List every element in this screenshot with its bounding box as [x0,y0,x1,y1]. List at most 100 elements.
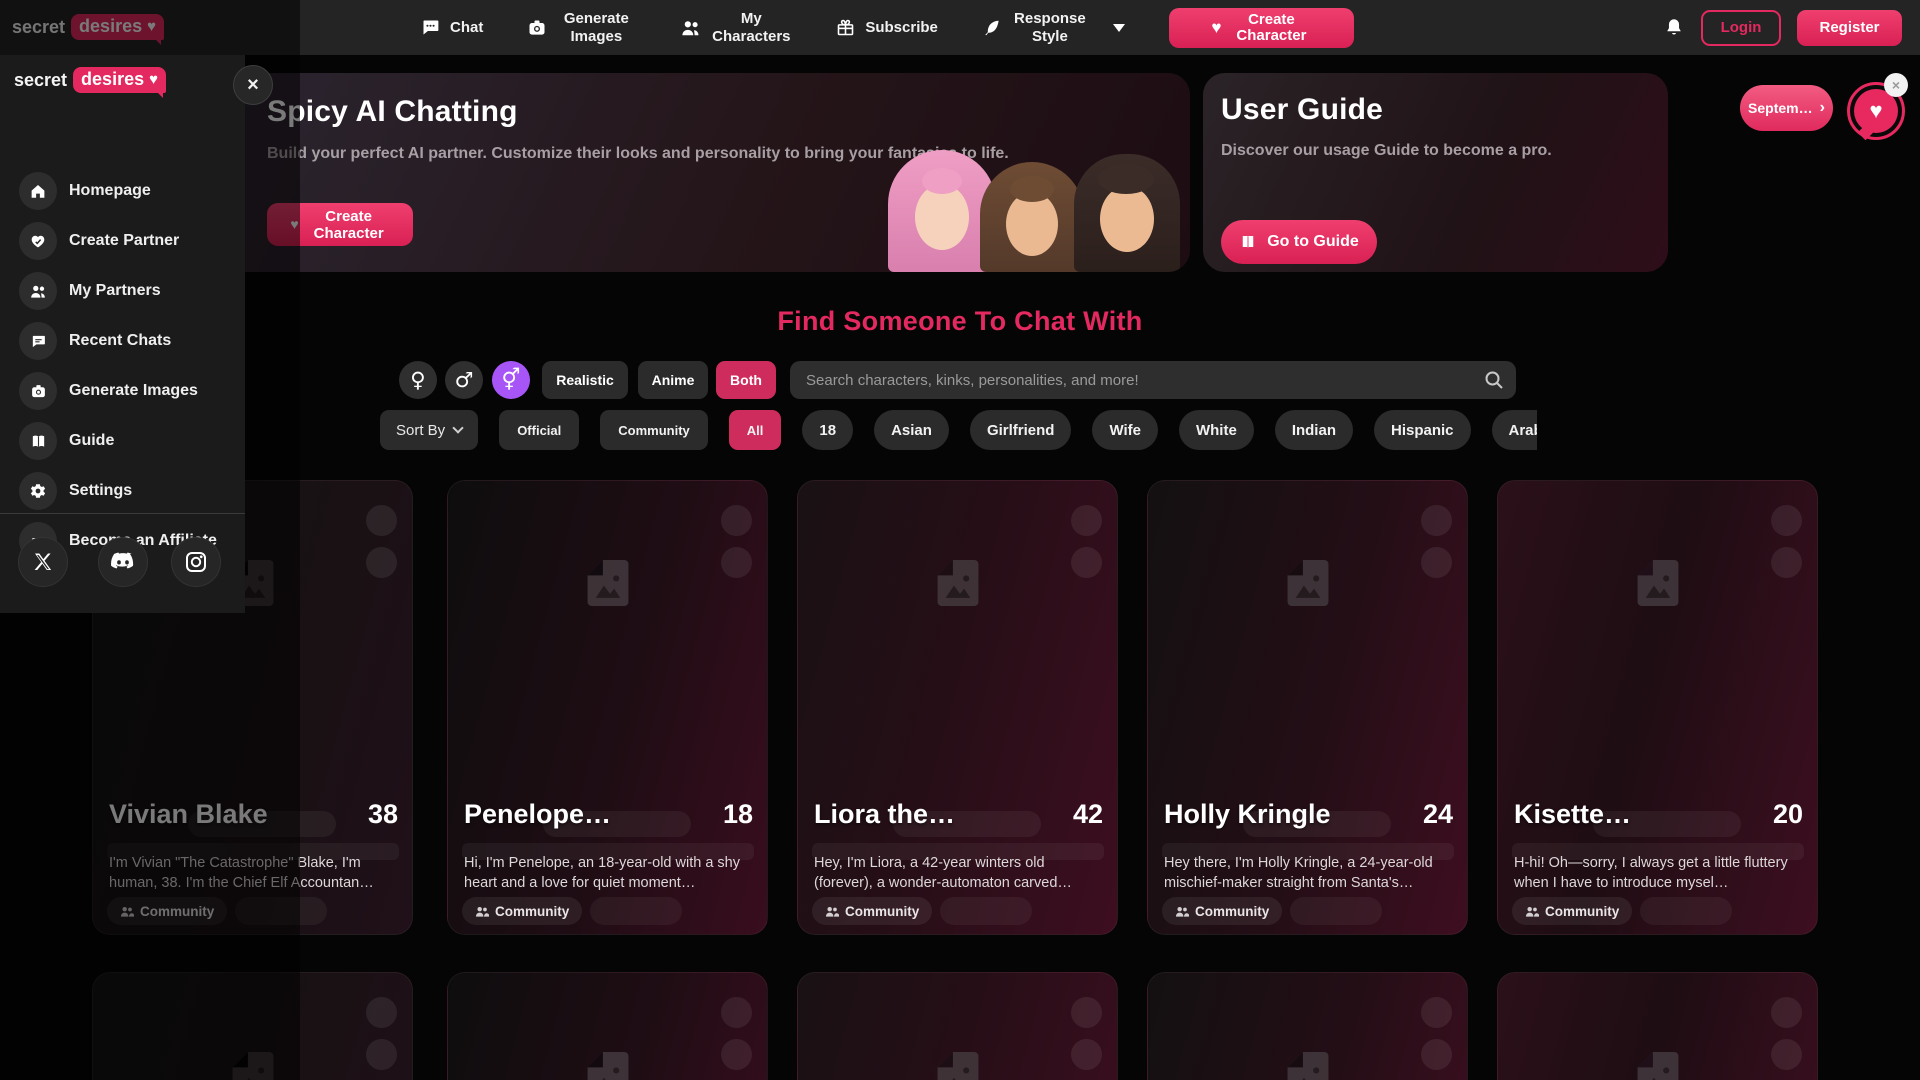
card-action-circle[interactable] [1421,997,1452,1028]
card-action-circle[interactable] [1071,505,1102,536]
skeleton-tag [1290,897,1383,925]
chip-all[interactable]: All [728,410,782,450]
camera-icon [31,384,45,397]
male-icon: ♂ [454,368,474,392]
style-anime-button[interactable]: Anime [638,361,708,399]
card-action-circle[interactable] [1771,547,1802,578]
card-action-circle[interactable] [1771,1039,1802,1070]
card-action-circle[interactable] [1771,997,1802,1028]
character-name: Holly Kringle [1164,799,1331,829]
character-card[interactable]: Kisette… 20 H-hi! Oh—sorry, I always get … [1497,480,1818,935]
bell-icon[interactable] [1663,17,1685,39]
gender-female-button[interactable]: ♀ [399,361,437,399]
character-card[interactable] [797,972,1118,1080]
nav-item-subscribe[interactable]: Subscribe [835,17,938,38]
nav-item-response-style[interactable]: Response Style [982,10,1125,46]
sidebar-item-my-partners[interactable]: My Partners [0,271,245,311]
sidebar-item-settings[interactable]: Settings [0,471,245,511]
nav-item-generate-images[interactable]: Generate Images [527,10,636,46]
card-action-circle[interactable] [1421,505,1452,536]
instagram-link[interactable] [171,537,221,587]
character-card[interactable] [1147,972,1468,1080]
tag-label: Community [1195,903,1270,919]
heart-icon: ♥ [1211,17,1222,37]
card-action-circle[interactable] [1071,997,1102,1028]
card-action-circle[interactable] [721,1039,752,1070]
nav-label: Response Style [1014,9,1086,45]
card-action-circle[interactable] [721,505,752,536]
promo-pill-button[interactable]: Septem… › [1740,85,1833,131]
chip-white[interactable]: White [1178,410,1254,450]
close-icon: × [247,73,259,96]
card-action-circle[interactable] [366,997,397,1028]
card-action-circle[interactable] [1071,547,1102,578]
chip-hispanic[interactable]: Hispanic [1373,410,1471,450]
go-to-guide-button[interactable]: Go to Guide [1221,220,1377,264]
brand-logo[interactable]: secret desires♥ [14,67,166,98]
create-character-button[interactable]: ♥ Create Character [1168,7,1354,48]
card-action-circle[interactable] [1421,1039,1452,1070]
chevron-down-icon [452,422,464,434]
book-icon [1242,236,1254,248]
style-realistic-button[interactable]: Realistic [542,361,628,399]
search-container [790,361,1516,399]
sidebar-item-create-partner[interactable]: Create Partner [0,221,245,261]
character-card[interactable] [1497,972,1818,1080]
card-action-circle[interactable] [366,505,397,536]
sidebar-item-recent-chats[interactable]: Recent Chats [0,321,245,361]
character-age: 42 [1072,799,1103,829]
character-card[interactable] [447,972,768,1080]
card-action-circle[interactable] [366,547,397,578]
chip-18[interactable]: 18 [802,410,854,450]
gender-male-button[interactable]: ♂ [445,361,483,399]
chat-bubble-icon [423,20,439,35]
chip-wife[interactable]: Wife [1092,410,1158,450]
nav-item-chat[interactable]: Chat [420,17,483,38]
chip-community[interactable]: Community [600,410,708,450]
character-name: Kisette… [1514,799,1632,829]
sidebar-item-generate-images[interactable]: Generate Images [0,371,245,411]
card-action-circle[interactable] [1071,1039,1102,1070]
search-icon[interactable] [1482,368,1506,392]
sidebar-item-guide[interactable]: Guide [0,421,245,461]
search-input[interactable] [790,361,1516,399]
nav-item-my-characters[interactable]: My Characters [680,10,791,46]
login-button[interactable]: Login [1701,9,1781,46]
chip-indian[interactable]: Indian [1274,410,1353,450]
x-twitter-link[interactable] [18,537,68,587]
chip-asian[interactable]: Asian [874,410,949,450]
chevron-down-icon[interactable] [1112,23,1125,38]
sort-by-dropdown[interactable]: Sort By [380,410,479,450]
sidebar-item-homepage[interactable]: Homepage [0,171,245,211]
chat-widget-close-button[interactable]: × [1884,73,1908,97]
character-description: Hey, I'm Liora, a 42-year winters old (f… [814,855,1072,891]
gender-both-button[interactable]: ⚥ [492,361,530,399]
discord-link[interactable] [98,537,148,587]
style-both-button[interactable]: Both [716,361,776,399]
sidebar-item-label: Create Partner [69,232,180,249]
create-character-label: Create Character [1236,10,1307,44]
chip-official[interactable]: Official [499,410,580,450]
chip-arabic[interactable]: Arabic [1491,410,1537,450]
card-action-circle[interactable] [721,547,752,578]
character-card[interactable]: Holly Kringle 24 Hey there, I'm Holly Kri… [1147,480,1468,935]
chip-girlfriend[interactable]: Girlfriend [969,410,1072,450]
character-name: Penelope… [464,799,612,829]
card-action-circle[interactable] [366,1039,397,1070]
register-button[interactable]: Register [1797,9,1902,46]
sidebar-item-label: Guide [69,432,115,449]
sidebar-item-label: Settings [69,482,133,499]
card-action-circle[interactable] [1771,505,1802,536]
drawer-close-button[interactable]: × [233,65,273,105]
hero-cta-label: Create Character [313,207,384,242]
heart-icon: ♥ [149,71,158,88]
sidebar-item-label: Recent Chats [69,332,172,349]
card-action-circle[interactable] [721,997,752,1028]
broken-image-icon [1637,1052,1678,1080]
character-card[interactable]: Liora the… 42 Hey, I'm Liora, a 42-year w… [797,480,1118,935]
chevron-right-icon: › [1819,99,1825,116]
character-card[interactable]: Penelope… 18 Hi, I'm Penelope, an 18-year… [447,480,768,935]
broken-image-icon [587,1052,628,1080]
card-action-circle[interactable] [1421,547,1452,578]
home-icon [31,185,45,198]
